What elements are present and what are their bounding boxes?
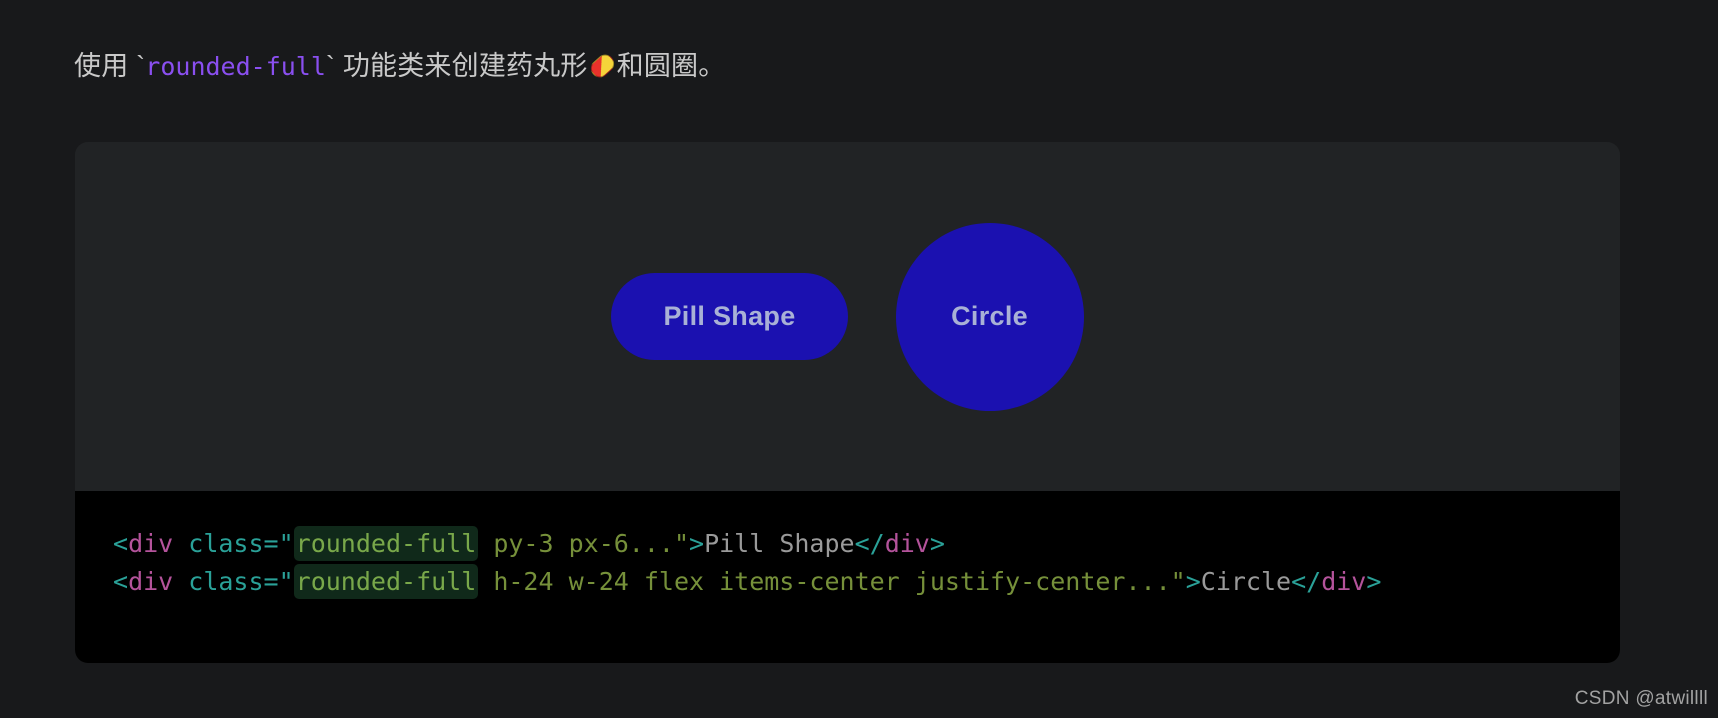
demo-card: Pill Shape Circle <div class="rounded-fu… xyxy=(75,142,1620,663)
code-line: <div class="rounded-full h-24 w-24 flex … xyxy=(113,563,1620,601)
pill-shape-label: Pill Shape xyxy=(663,301,796,331)
code-closing-tag-name: div xyxy=(1321,567,1367,596)
intro-text-after: ` 功能类来创建药丸形 xyxy=(325,51,588,81)
code-block[interactable]: <div class="rounded-full py-3 px-6...">P… xyxy=(75,491,1620,663)
code-highlight-rounded-full: rounded-full xyxy=(293,564,479,599)
code-close-quote: " xyxy=(673,529,690,558)
circle-shape-label: Circle xyxy=(951,301,1028,331)
code-closing-tag-name: div xyxy=(884,529,930,558)
code-closing-gt: > xyxy=(1366,567,1382,596)
inline-code-rounded-full: rounded-full xyxy=(145,52,326,81)
code-gt-bracket: > xyxy=(689,529,705,558)
code-closing-gt: > xyxy=(929,529,945,558)
pill-emoji xyxy=(586,50,618,82)
code-inner-text: Circle xyxy=(1200,567,1292,596)
code-tag-name: div xyxy=(128,567,174,596)
code-attr-name: class xyxy=(188,529,264,558)
circle-shape-demo[interactable]: Circle xyxy=(895,222,1084,411)
intro-text-before: 使用 ` xyxy=(74,51,146,81)
watermark: CSDN @atwillll xyxy=(1574,688,1708,709)
code-close-quote: " xyxy=(1170,567,1186,596)
pill-shape-demo[interactable]: Pill Shape xyxy=(611,273,848,360)
code-closing-open: </ xyxy=(1291,567,1322,596)
code-open-bracket: < xyxy=(113,567,129,596)
code-gt-bracket: > xyxy=(1185,567,1201,596)
code-attr-value-rest: py-3 px-6... xyxy=(478,529,674,558)
intro-text-tail: 和圆圈。 xyxy=(616,51,726,81)
code-highlight-rounded-full: rounded-full xyxy=(293,526,479,561)
code-tag-name: div xyxy=(128,529,174,558)
pill-emoji-capsule xyxy=(586,50,618,82)
code-attr-value-rest: h-24 w-24 flex items-center justify-cent… xyxy=(478,567,1171,596)
page-root: 使用 `rounded-full` 功能类来创建药丸形 和圆圈。 Pill Sha… xyxy=(0,0,1718,718)
code-inner-text: Pill Shape xyxy=(704,529,855,558)
code-equals-quote: =" xyxy=(263,529,294,558)
code-attr-name: class xyxy=(188,567,264,596)
code-line: <div class="rounded-full py-3 px-6...">P… xyxy=(113,525,1620,563)
code-closing-open: </ xyxy=(854,529,885,558)
code-open-bracket: < xyxy=(113,529,129,558)
code-equals-quote: =" xyxy=(263,567,294,596)
preview-area: Pill Shape Circle xyxy=(75,142,1620,491)
intro-paragraph: 使用 `rounded-full` 功能类来创建药丸形 和圆圈。 xyxy=(74,45,725,88)
